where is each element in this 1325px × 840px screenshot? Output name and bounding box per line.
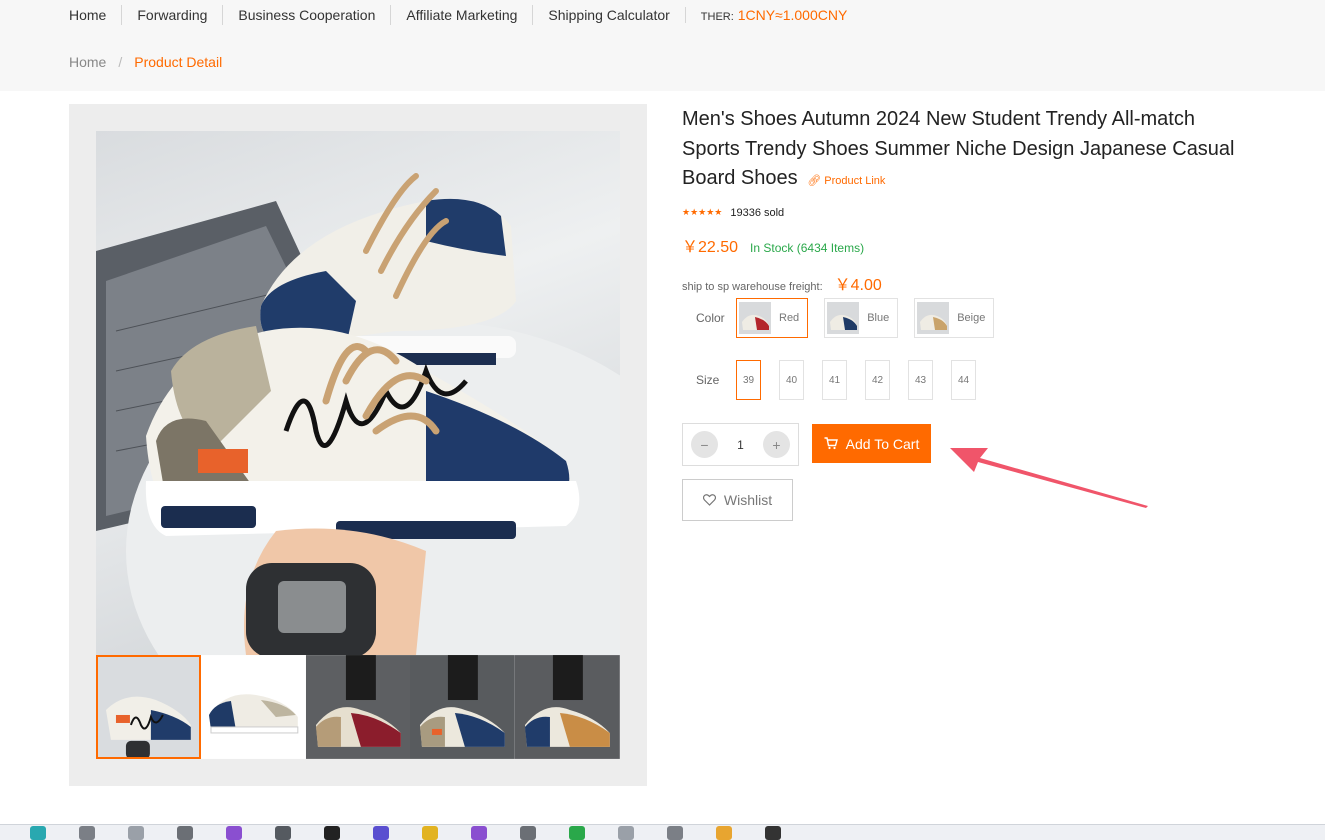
freight-row: ship to sp warehouse freight: ￥4.00 [682,271,1242,295]
nav-forwarding[interactable]: Forwarding [121,5,222,25]
taskbar-app-icon[interactable] [30,825,46,840]
size-option-42[interactable]: 42 [865,360,890,400]
thumbnail-3[interactable] [305,655,411,759]
taskbar-app-icon[interactable] [226,825,242,840]
color-options: Color Red Blue Beige [682,298,1010,338]
exchange-rate-value: 1CNY≈1.000CNY [737,7,848,23]
taskbar-app-icon[interactable] [128,825,144,840]
rating-stars-icon: ★★★★★ [682,207,723,217]
main-nav: Home Forwarding Business Cooperation Aff… [69,5,847,25]
color-swatch-blue [827,302,860,334]
taskbar-app-icon[interactable] [667,825,683,840]
size-option-39[interactable]: 39 [736,360,761,400]
color-option-beige[interactable]: Beige [914,298,995,338]
size-option-43[interactable]: 43 [908,360,933,400]
quantity-decrease-button[interactable]: − [691,431,718,458]
color-label: Color [696,311,725,325]
nav-business-cooperation[interactable]: Business Cooperation [222,5,390,25]
freight-label: ship to sp warehouse freight: [682,280,823,293]
color-swatch-beige [917,302,950,334]
breadcrumb-current: Product Detail [134,54,223,70]
quantity-stepper: − 1 + [682,423,799,466]
sold-count: 19336 sold [730,206,785,219]
size-options: Size 39 40 41 42 43 44 [682,360,994,400]
rating-row: ★★★★★ 19336 sold [682,207,1242,219]
quantity-value[interactable]: 1 [737,438,744,452]
color-option-label: Blue [867,312,890,324]
nav-shipping-calculator[interactable]: Shipping Calculator [532,5,684,25]
add-to-cart-button[interactable]: Add To Cart [812,424,931,463]
os-taskbar [0,824,1325,840]
sneaker-photo [96,173,620,655]
exchange-rate-label: THER: [700,11,734,23]
taskbar-app-icon[interactable] [520,825,536,840]
thumbnail-4[interactable] [410,655,516,759]
taskbar-app-icon[interactable] [373,825,389,840]
quantity-increase-button[interactable]: + [763,431,790,458]
thumbnail-strip [96,655,620,759]
top-bar: Home Forwarding Business Cooperation Aff… [0,0,1325,91]
size-option-41[interactable]: 41 [822,360,847,400]
cart-icon [824,437,838,450]
taskbar-app-icon[interactable] [79,825,95,840]
color-option-label: Beige [957,312,986,324]
taskbar-app-icon[interactable] [177,825,193,840]
size-option-44[interactable]: 44 [951,360,976,400]
product-link[interactable]: 🔗︎ Product Link [807,175,885,187]
nav-home[interactable]: Home [69,5,121,25]
product-title: Men's Shoes Autumn 2024 New Student Tren… [682,105,1242,197]
taskbar-app-icon[interactable] [716,825,732,840]
add-to-cart-label: Add To Cart [845,435,920,452]
size-option-40[interactable]: 40 [779,360,804,400]
taskbar-app-icon[interactable] [765,825,781,840]
product-gallery [69,104,647,786]
color-option-label: Red [779,312,800,324]
link-icon: 🔗︎ [807,175,822,187]
wishlist-label: Wishlist [723,492,773,508]
product-link-label: Product Link [824,175,886,187]
nav-affiliate-marketing[interactable]: Affiliate Marketing [390,5,532,25]
color-option-red[interactable]: Red [736,298,809,338]
taskbar-app-icon[interactable] [422,825,438,840]
product-title-text: Men's Shoes Autumn 2024 New Student Tren… [682,108,1235,189]
annotation-arrow-icon [950,448,1148,508]
exchange-rate: THER: 1CNY≈1.000CNY [684,7,848,23]
thumbnail-2[interactable] [200,655,306,759]
stock-status: In Stock (6434 Items) [750,240,865,255]
thumbnail-5[interactable] [515,655,620,759]
breadcrumb-home[interactable]: Home [69,54,106,70]
taskbar-app-icon[interactable] [618,825,634,840]
thumbnail-1[interactable] [96,655,201,759]
size-label: Size [696,373,720,387]
product-info: Men's Shoes Autumn 2024 New Student Tren… [682,104,1242,521]
color-option-blue[interactable]: Blue [824,298,899,338]
breadcrumb: Home / Product Detail [69,54,222,70]
color-swatch-red [739,302,771,334]
main-product-image [96,131,620,655]
price-row: ￥22.50 In Stock (6434 Items) [682,233,1242,257]
wishlist-button[interactable]: Wishlist [682,479,793,521]
heart-icon [702,494,716,506]
taskbar-app-icon[interactable] [569,825,585,840]
breadcrumb-separator: / [118,54,123,70]
product-price: ￥22.50 [682,238,739,256]
freight-value: ￥4.00 [834,276,882,294]
taskbar-app-icon[interactable] [324,825,340,840]
taskbar-app-icon[interactable] [471,825,487,840]
taskbar-app-icon[interactable] [275,825,291,840]
